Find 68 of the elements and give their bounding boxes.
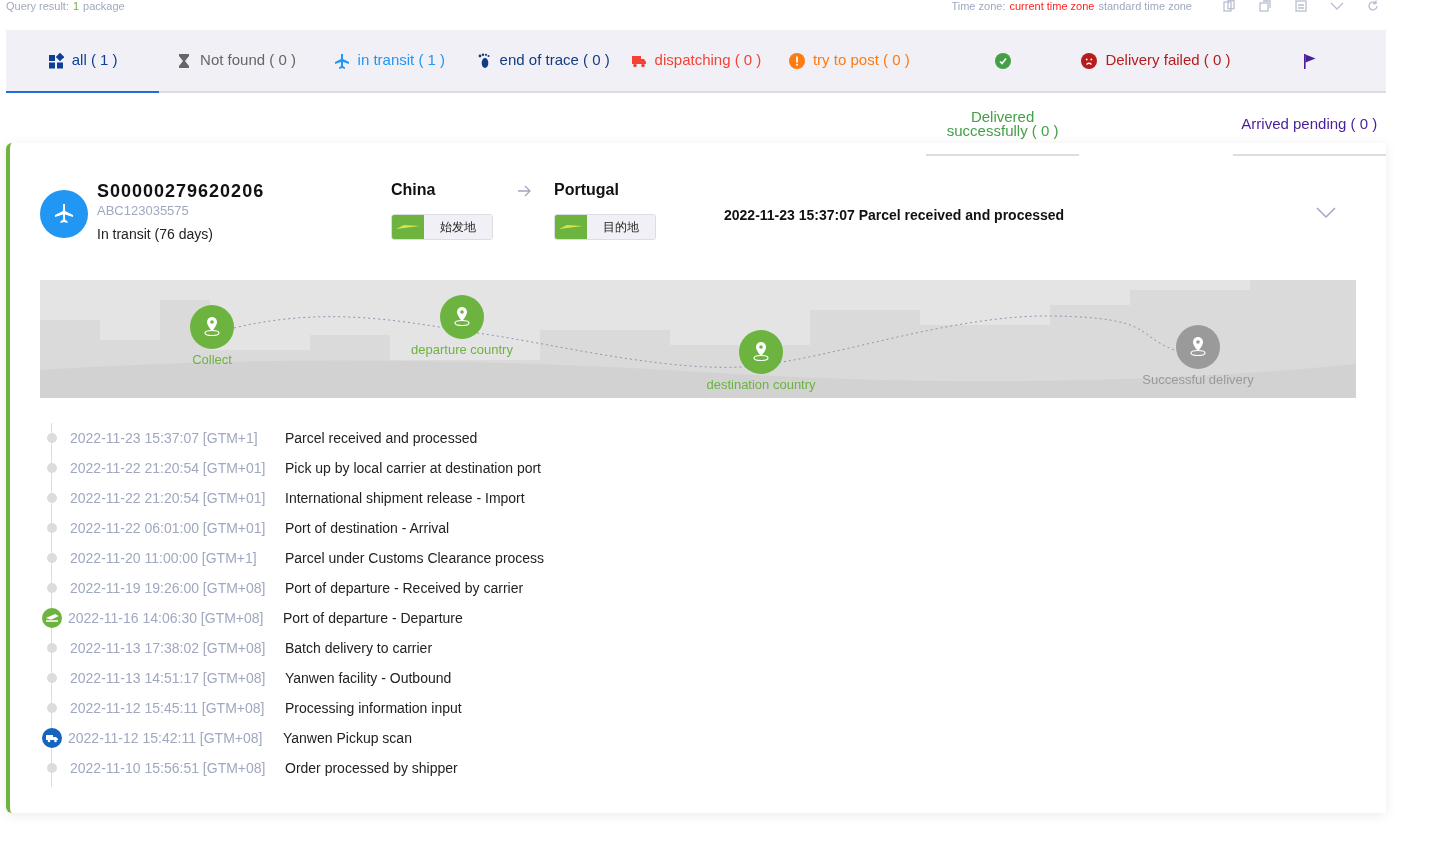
- event-description: Yanwen facility - Outbound: [285, 668, 452, 688]
- departure-plane-icon: [42, 608, 62, 628]
- tracking-number: S00000279620206: [97, 180, 265, 202]
- event-description: Pick up by local carrier at destination port: [285, 458, 541, 478]
- query-count: 1: [72, 0, 80, 12]
- chevron-down-icon[interactable]: [1330, 0, 1344, 12]
- refresh-icon[interactable]: [1366, 0, 1380, 12]
- destination-country: Portugal: [554, 180, 620, 200]
- query-label: Query result:: [6, 0, 69, 12]
- event-description: Yanwen Pickup scan: [283, 728, 412, 748]
- tag-text: 始发地: [424, 215, 492, 239]
- copy-icon[interactable]: [1222, 0, 1236, 12]
- event-time: 2022-11-12 15:42:11 [GTM+08]: [68, 728, 264, 748]
- reference-number: ABC123035575: [97, 202, 190, 220]
- status-tab[interactable]: [1232, 30, 1386, 93]
- carrier-logo-icon: [555, 215, 587, 239]
- event-time: 2022-11-12 15:45:11 [GTM+08]: [70, 698, 266, 718]
- status-tab[interactable]: in transit ( 1 ): [312, 30, 466, 93]
- carrier-logo-icon: [392, 215, 424, 239]
- status-tab[interactable]: try to post ( 0 ): [772, 30, 926, 93]
- milestone-label: Collect: [192, 351, 232, 369]
- event-description: International shipment release - Import: [285, 488, 525, 508]
- origin-country: China: [391, 180, 437, 200]
- event-time: 2022-11-20 11:00:00 [GTM+1]: [70, 548, 258, 568]
- event-description: Parcel received and processed: [285, 428, 478, 448]
- latest-event: 2022-11-23 15:37:07 Parcel received and processed: [724, 206, 1065, 225]
- sad-face-icon: [1081, 52, 1098, 69]
- arrow-right-icon: [517, 185, 531, 197]
- event-description: Processing information input: [285, 698, 462, 718]
- grid-icon: [47, 52, 64, 69]
- event-time: 2022-11-19 19:26:00 [GTM+08]: [70, 578, 267, 598]
- chevron-down-icon[interactable]: [1316, 207, 1336, 219]
- milestone-label: departure country: [411, 341, 513, 359]
- event-description: Port of departure - Departure: [283, 608, 463, 628]
- event-description: Order processed by shipper: [285, 758, 458, 778]
- event-time: 2022-11-10 15:56:51 [GTM+08]: [70, 758, 267, 778]
- copy-icon[interactable]: [1258, 0, 1272, 12]
- standard-timezone-link[interactable]: standard time zone: [1098, 0, 1192, 12]
- event-time: 2022-11-22 21:20:54 [GTM+01]: [70, 488, 267, 508]
- event-time: 2022-11-13 14:51:17 [GTM+08]: [70, 668, 267, 688]
- status-tab[interactable]: Not found ( 0 ): [159, 30, 313, 93]
- event-description: Port of departure - Received by carrier: [285, 578, 524, 598]
- status-tab[interactable]: Delivery failed ( 0 ): [1079, 30, 1233, 93]
- event-time: 2022-11-13 17:38:02 [GTM+08]: [70, 638, 267, 658]
- status-tab[interactable]: all ( 1 ): [6, 30, 160, 93]
- tag-text: 目的地: [587, 215, 655, 239]
- status-tab[interactable]: dispatching ( 0 ): [619, 30, 773, 93]
- flag-icon: [1301, 52, 1318, 69]
- event-time: 2022-11-22 21:20:54 [GTM+01]: [70, 458, 267, 478]
- event-time: 2022-11-23 15:37:07 [GTM+1]: [70, 428, 259, 448]
- status-tab[interactable]: end of trace ( 0 ): [466, 30, 620, 93]
- event-time: 2022-11-22 06:01:00 [GTM+01]: [70, 518, 267, 538]
- event-description: Parcel under Customs Clearance process: [285, 548, 545, 568]
- current-timezone-link[interactable]: current time zone: [1009, 0, 1095, 12]
- query-unit: package: [83, 0, 125, 12]
- event-description: Batch delivery to carrier: [285, 638, 433, 658]
- milestone-label: Successful delivery: [1142, 371, 1254, 389]
- milestone-label: destination country: [706, 376, 816, 394]
- clipboard-icon[interactable]: [1294, 0, 1308, 12]
- warning-icon: [788, 52, 805, 69]
- event-time: 2022-11-16 14:06:30 [GTM+08]: [68, 608, 265, 628]
- event-description: Port of destination - Arrival: [285, 518, 450, 538]
- timezone-label: Time zone:: [951, 0, 1006, 12]
- airplane-avatar-icon: [40, 190, 88, 238]
- airplane-icon: [333, 52, 350, 69]
- parcel-status: In transit (76 days): [97, 225, 214, 244]
- truck-icon: [42, 728, 62, 748]
- check-icon: [994, 52, 1011, 69]
